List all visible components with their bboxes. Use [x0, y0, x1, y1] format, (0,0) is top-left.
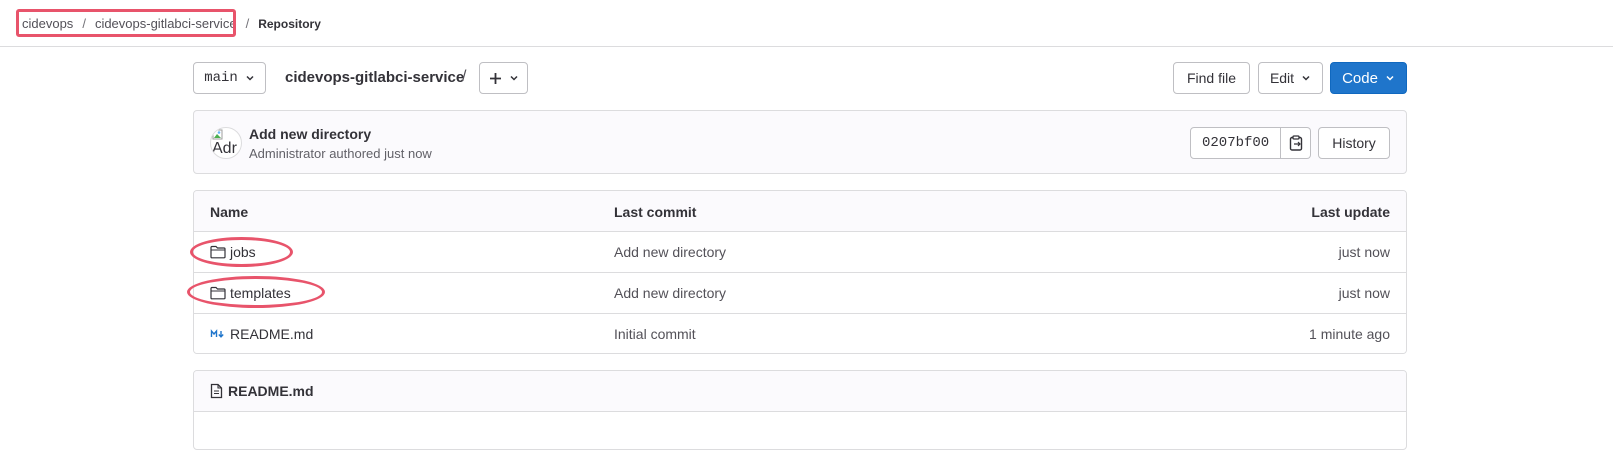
plus-icon	[489, 72, 501, 84]
avatar-alt-text: Adr	[212, 140, 237, 157]
copy-sha-button[interactable]	[1281, 127, 1312, 159]
last-commit-link[interactable]: Initial commit	[614, 326, 696, 342]
chevron-down-icon	[1302, 75, 1310, 81]
chevron-down-icon	[509, 75, 518, 81]
edit-dropdown-button[interactable]: Edit	[1258, 62, 1323, 94]
breadcrumb-current[interactable]: Repository	[258, 17, 321, 31]
table-row: jobs Add new directory just now	[194, 232, 1406, 273]
branch-name: main	[204, 70, 238, 86]
last-update-time: just now	[1338, 285, 1390, 301]
document-icon	[210, 383, 223, 399]
code-dropdown-button[interactable]: Code	[1330, 62, 1407, 94]
latest-commit-box: Adr Add new directory Administrator auth…	[193, 110, 1407, 174]
commit-title-link[interactable]: Add new directory	[249, 126, 371, 142]
file-tree-table: Name Last commit Last update jobs Add ne…	[193, 190, 1407, 354]
last-update-time: just now	[1338, 244, 1390, 260]
history-label: History	[1332, 135, 1376, 151]
find-file-label: Find file	[1186, 70, 1237, 86]
add-dropdown-button[interactable]	[479, 62, 528, 94]
column-header-last-commit: Last commit	[614, 204, 697, 220]
commit-sha[interactable]: 0207bf00	[1190, 127, 1282, 159]
readme-title: README.md	[228, 383, 314, 399]
annotation-highlight-templates	[187, 276, 325, 308]
last-update-time: 1 minute ago	[1309, 326, 1390, 342]
path-separator: /	[462, 68, 467, 85]
column-header-name: Name	[210, 204, 249, 220]
history-button[interactable]: History	[1318, 127, 1390, 159]
table-row: templates Add new directory just now	[194, 273, 1406, 314]
annotation-highlight-breadcrumb	[16, 9, 236, 37]
markdown-icon	[210, 329, 224, 338]
chevron-down-icon	[1386, 75, 1394, 81]
chevron-down-icon	[246, 75, 254, 81]
code-label: Code	[1342, 69, 1378, 87]
branch-selector[interactable]: main	[193, 62, 266, 94]
file-name: README.md	[230, 326, 314, 342]
avatar[interactable]: Adr	[210, 127, 242, 159]
clipboard-icon	[1289, 135, 1302, 151]
annotation-highlight-jobs	[190, 237, 293, 267]
table-header: Name Last commit Last update	[194, 191, 1406, 232]
readme-panel: README.md	[193, 370, 1407, 450]
commit-author-meta: Administrator authored just now	[249, 146, 432, 161]
readme-header: README.md	[194, 371, 1406, 412]
last-commit-link[interactable]: Add new directory	[614, 285, 726, 301]
edit-label: Edit	[1269, 70, 1295, 86]
find-file-button[interactable]: Find file	[1173, 62, 1250, 94]
last-commit-link[interactable]: Add new directory	[614, 244, 726, 260]
file-name-link[interactable]: README.md	[210, 326, 313, 342]
column-header-last-update: Last update	[1311, 204, 1390, 220]
breadcrumb-separator: /	[245, 16, 250, 31]
repo-root-link[interactable]: cidevops-gitlabci-service	[285, 69, 464, 86]
top-bar: cidevops / cidevops-gitlabci-service / R…	[0, 0, 1613, 47]
table-row: README.md Initial commit 1 minute ago	[194, 314, 1406, 353]
commit-sha-group: 0207bf00	[1190, 127, 1312, 159]
readme-title-link[interactable]: README.md	[210, 383, 314, 399]
